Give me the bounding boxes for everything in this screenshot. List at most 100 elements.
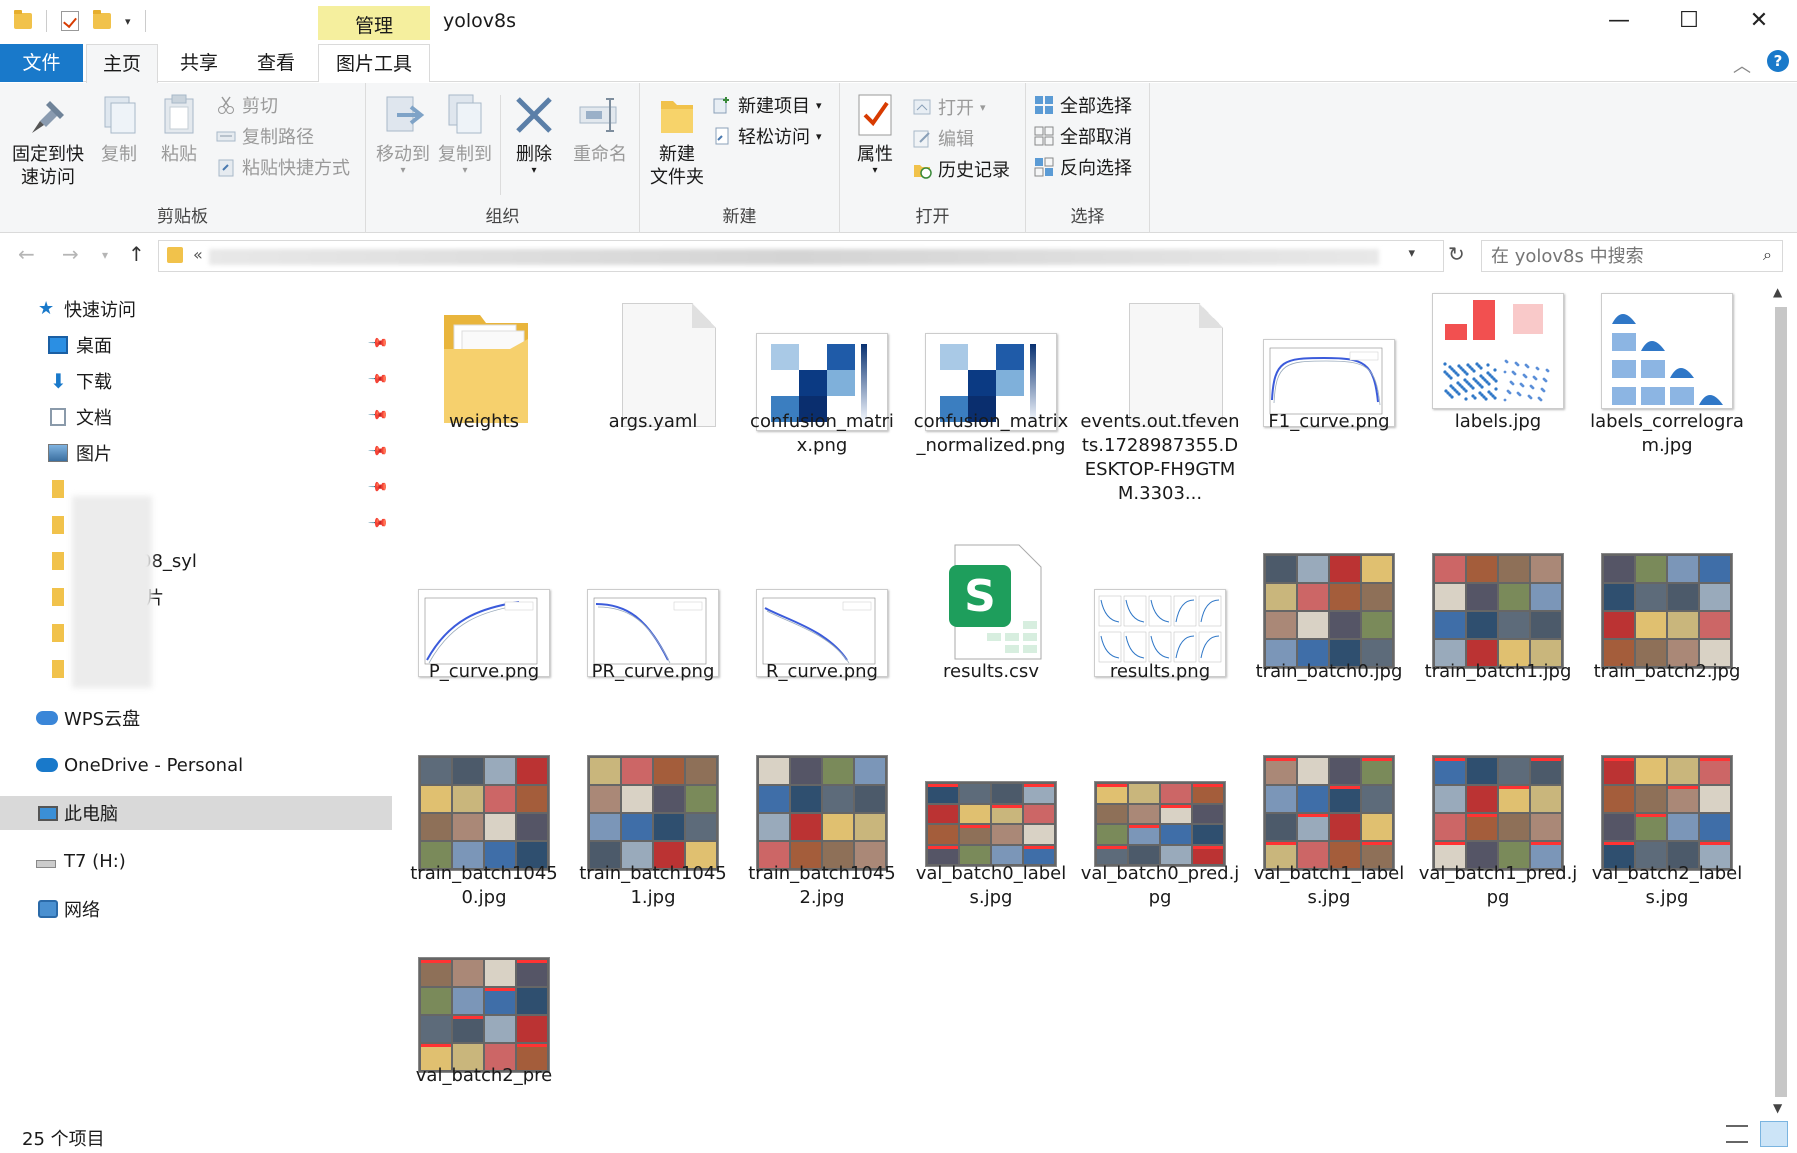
address-bar[interactable]: « ▾ — [158, 240, 1444, 272]
file-item[interactable]: Sresults.csv — [911, 533, 1071, 733]
file-item[interactable]: train_batch2.jpg — [1587, 533, 1747, 733]
edit-button[interactable]: 编辑 — [912, 124, 974, 152]
file-item[interactable]: labels.jpg — [1418, 283, 1578, 483]
cut-button[interactable]: 剪切 — [216, 91, 278, 119]
large-icons-view-icon[interactable] — [1760, 1121, 1788, 1147]
breadcrumb-overflow[interactable]: « — [193, 245, 203, 264]
nav-this-pc[interactable]: 此电脑 — [0, 796, 392, 830]
properties-button[interactable]: 属性 ▾ — [850, 91, 900, 176]
file-item[interactable]: labels_correlogram.jpg — [1587, 283, 1747, 483]
tab-file[interactable]: 文件 — [0, 44, 83, 82]
pin-icon[interactable]: 📌 — [367, 404, 389, 426]
pin-icon[interactable]: 📌 — [367, 332, 389, 354]
nav-quick-access[interactable]: ★ 快速访问 — [0, 292, 392, 326]
nav-folder-6[interactable] — [0, 652, 392, 686]
open-button[interactable]: 打开 ▾ — [912, 93, 986, 121]
paste-button[interactable]: 粘贴 — [154, 91, 204, 166]
vertical-scrollbar[interactable]: ▲ ▼ — [1769, 283, 1793, 1115]
file-item[interactable]: val_batch2_labels.jpg — [1587, 735, 1747, 935]
nav-network[interactable]: 网络 — [0, 892, 392, 926]
copy-to-button[interactable]: 复制到 ▾ — [434, 91, 496, 176]
properties-icon[interactable] — [61, 11, 79, 31]
tab-share[interactable]: 共享 — [160, 44, 238, 82]
search-box[interactable]: ⌕ — [1481, 240, 1783, 272]
file-item[interactable]: val_batch2_pre — [404, 937, 564, 1137]
scrollbar-thumb[interactable] — [1775, 307, 1787, 1097]
nav-desktop[interactable]: 桌面 📌 — [0, 328, 392, 362]
nav-folder-5[interactable] — [0, 616, 392, 650]
file-item[interactable]: val_batch1_pred.jpg — [1418, 735, 1578, 935]
file-item[interactable]: val_batch1_labels.jpg — [1249, 735, 1409, 935]
history-button[interactable]: 历史记录 — [912, 155, 1010, 183]
address-dropdown-chevron-icon[interactable]: ▾ — [1408, 246, 1415, 261]
pictures-icon — [48, 444, 68, 462]
tab-picture-tools[interactable]: 图片工具 — [318, 44, 430, 82]
nav-pinned-folder-1[interactable]: 📌 — [0, 472, 392, 506]
nav-folder-4[interactable]: 片 — [0, 580, 392, 614]
file-item[interactable]: PR_curve.png — [573, 533, 733, 733]
paste-shortcut-button[interactable]: 粘贴快捷方式 — [216, 153, 350, 181]
new-folder-icon[interactable] — [93, 10, 111, 29]
pin-icon[interactable]: 📌 — [367, 476, 389, 498]
new-folder-button[interactable]: 新建 文件夹 — [644, 91, 710, 189]
select-none-button[interactable]: 全部取消 — [1034, 122, 1132, 150]
details-view-icon[interactable] — [1726, 1125, 1748, 1143]
delete-button[interactable]: 删除 ▾ — [506, 91, 562, 176]
search-input[interactable] — [1491, 241, 1741, 271]
pin-icon[interactable]: 📌 — [367, 368, 389, 390]
nav-onedrive[interactable]: OneDrive - Personal — [0, 748, 392, 782]
customize-toolbar-dropdown[interactable]: ▾ — [125, 15, 131, 28]
file-item[interactable]: F1_curve.png — [1249, 283, 1409, 483]
file-item[interactable]: val_batch0_pred.jpg — [1080, 735, 1240, 935]
manage-context-tab[interactable]: 管理 — [318, 6, 430, 40]
scroll-down-icon[interactable]: ▼ — [1773, 1101, 1782, 1115]
nav-folder-3[interactable]: 08_syl — [0, 544, 392, 578]
minimize-button[interactable]: — — [1584, 0, 1654, 40]
help-icon[interactable]: ? — [1767, 50, 1789, 72]
pin-icon[interactable]: 📌 — [367, 512, 389, 534]
nav-t7-drive[interactable]: T7 (H:) — [0, 844, 392, 878]
rename-button[interactable]: 重命名 — [566, 91, 634, 166]
collapse-ribbon-icon[interactable]: ︿ — [1733, 52, 1751, 78]
nav-documents[interactable]: 文档 📌 — [0, 400, 392, 434]
file-item[interactable]: train_batch10450.jpg — [404, 735, 564, 935]
pin-quick-access-button[interactable]: 固定到快 速访问 — [6, 91, 90, 189]
nav-wps-cloud[interactable]: WPS云盘 — [0, 701, 392, 735]
select-all-button[interactable]: 全部选择 — [1034, 91, 1132, 119]
file-item[interactable]: confusion_matrix.png — [742, 283, 902, 483]
file-item[interactable]: results.png — [1080, 533, 1240, 733]
scroll-up-icon[interactable]: ▲ — [1773, 285, 1782, 299]
new-item-button[interactable]: 新建项目 ▾ — [712, 91, 822, 119]
onedrive-cloud-icon — [36, 758, 58, 772]
file-item[interactable]: train_batch1.jpg — [1418, 533, 1578, 733]
copy-button[interactable]: 复制 — [94, 91, 144, 166]
copy-path-button[interactable]: 复制路径 — [216, 122, 314, 150]
easy-access-button[interactable]: 轻松访问 ▾ — [712, 122, 822, 150]
tab-home[interactable]: 主页 — [86, 44, 158, 83]
up-arrow-icon[interactable]: ↑ — [128, 242, 145, 266]
file-item[interactable]: weights — [404, 283, 564, 483]
recent-locations-chevron-icon[interactable]: ▾ — [102, 248, 108, 262]
tab-view[interactable]: 查看 — [240, 44, 312, 82]
file-item[interactable]: train_batch0.jpg — [1249, 533, 1409, 733]
close-button[interactable]: ✕ — [1724, 0, 1794, 40]
search-icon[interactable]: ⌕ — [1763, 245, 1772, 265]
nav-downloads[interactable]: ⬇ 下载 📌 — [0, 364, 392, 398]
maximize-button[interactable]: ☐ — [1654, 0, 1724, 40]
nav-pinned-folder-2[interactable]: 📌 — [0, 508, 392, 542]
file-item[interactable]: events.out.tfevents.1728987355.DESKTOP-F… — [1080, 283, 1240, 504]
pin-icon[interactable]: 📌 — [367, 440, 389, 462]
move-to-button[interactable]: 移动到 ▾ — [372, 91, 434, 176]
file-item[interactable]: P_curve.png — [404, 533, 564, 733]
back-arrow-icon[interactable]: ← — [18, 242, 35, 266]
file-item[interactable]: R_curve.png — [742, 533, 902, 733]
file-item[interactable]: train_batch10452.jpg — [742, 735, 902, 935]
refresh-icon[interactable]: ↻ — [1448, 242, 1465, 266]
nav-pictures[interactable]: 图片 📌 — [0, 436, 392, 470]
forward-arrow-icon[interactable]: → — [62, 242, 79, 266]
invert-selection-button[interactable]: 反向选择 — [1034, 153, 1132, 181]
file-item[interactable]: train_batch10451.jpg — [573, 735, 733, 935]
file-item[interactable]: confusion_matrix_normalized.png — [911, 283, 1071, 483]
file-item[interactable]: args.yaml — [573, 283, 733, 483]
file-item[interactable]: val_batch0_labels.jpg — [911, 735, 1071, 935]
